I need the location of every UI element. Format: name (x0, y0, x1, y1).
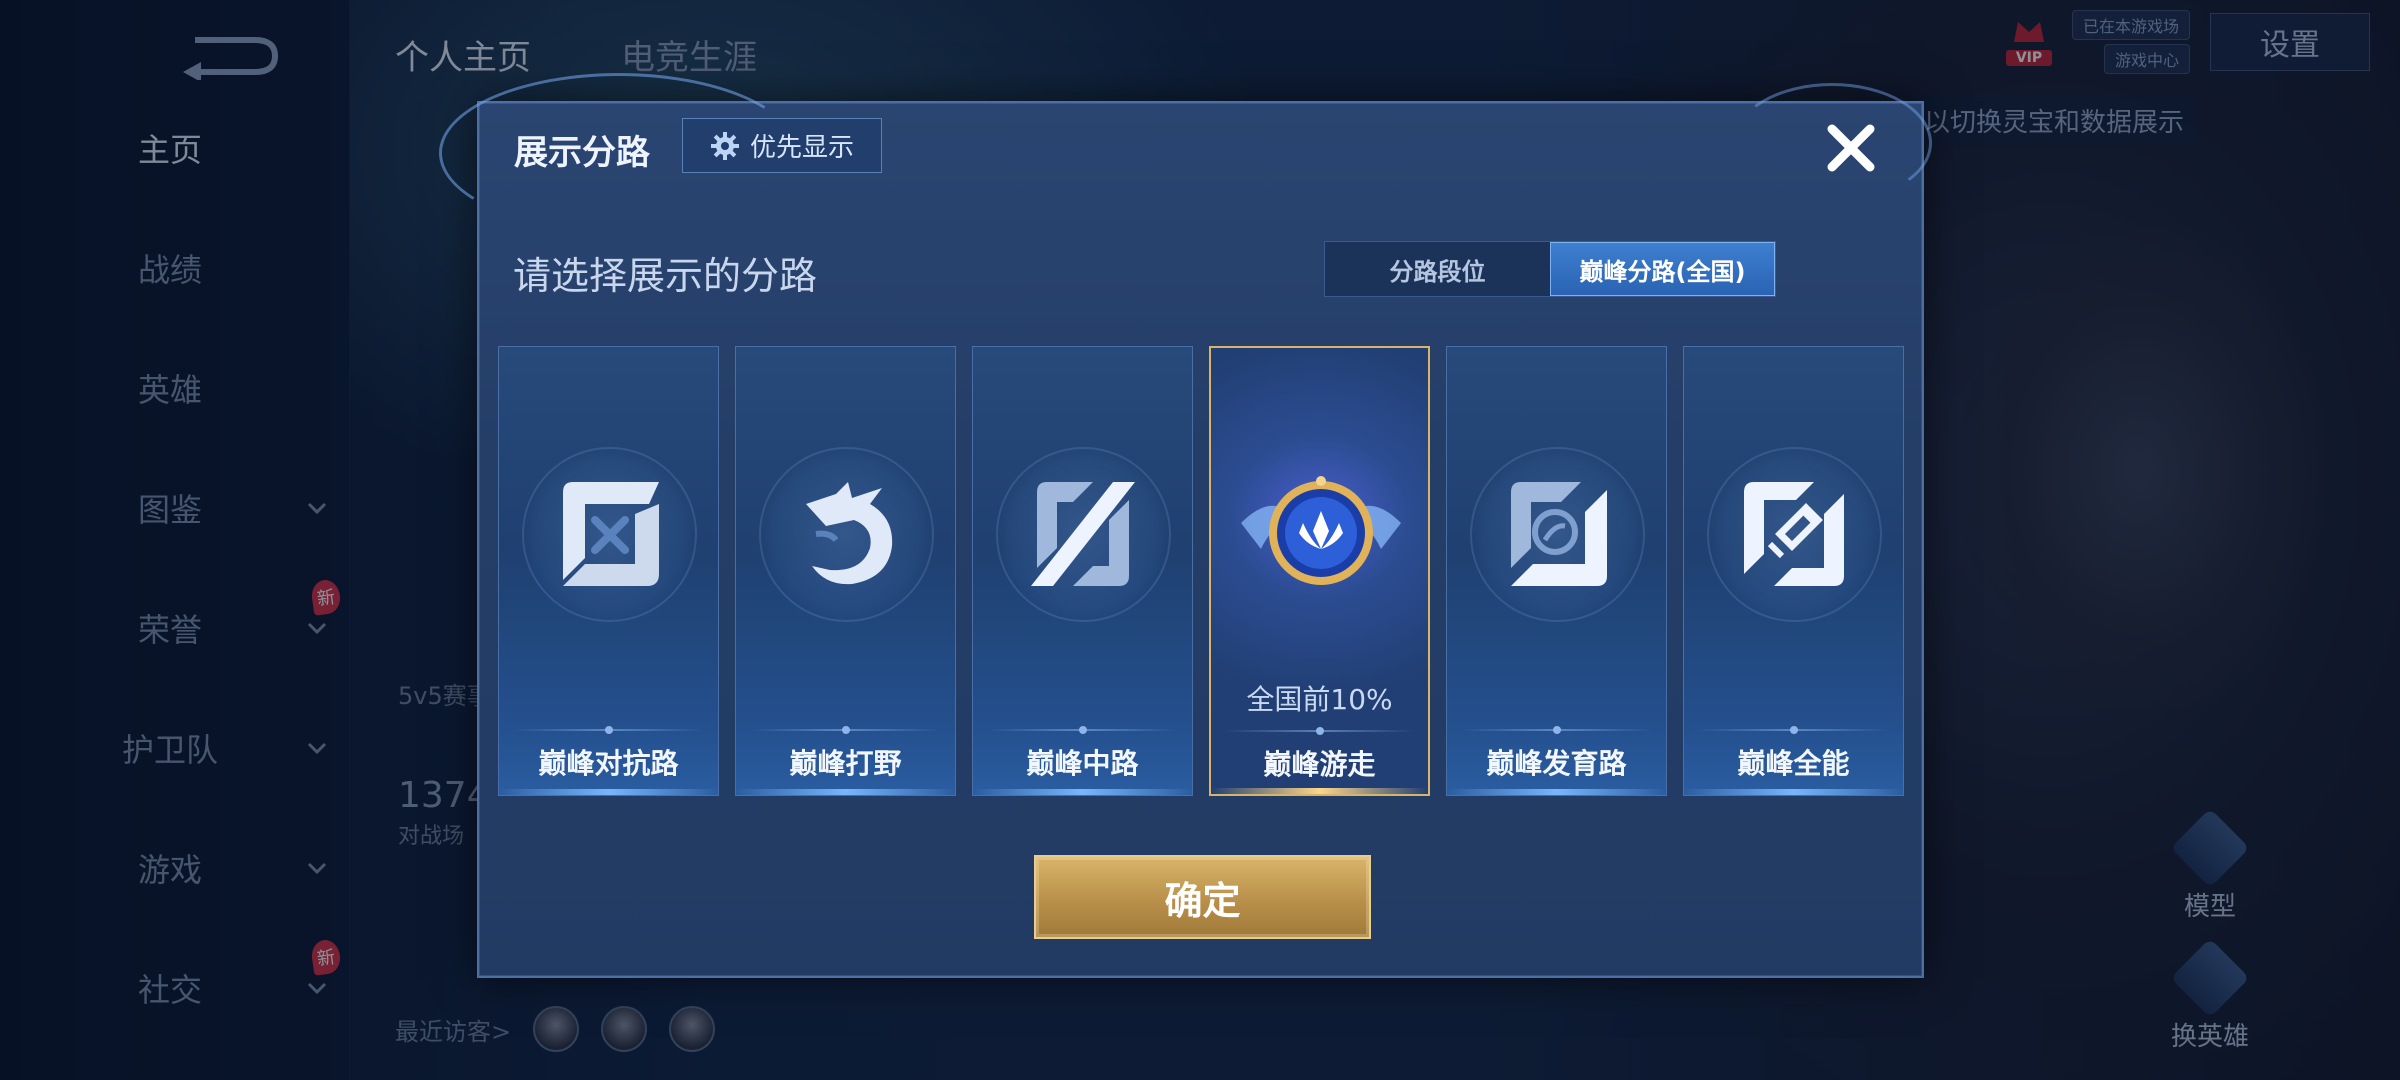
lane-card-adc[interactable]: 巅峰发育路 (1446, 346, 1667, 796)
card-divider (750, 726, 941, 734)
card-glow (1447, 789, 1666, 795)
dialog-subtitle: 请选择展示的分路 (513, 254, 818, 298)
lane-type-toggle: 分路段位 巅峰分路(全国) (1324, 241, 1776, 297)
lane-card-label: 巅峰发育路 (1486, 747, 1627, 780)
lane-card-label: 巅峰游走 (1263, 748, 1376, 781)
wing-shield-icon (1241, 476, 1401, 585)
lane-card-label: 巅峰对抗路 (538, 747, 679, 780)
priority-display-label: 优先显示 (749, 133, 854, 163)
card-divider (513, 726, 704, 734)
lane-card-label: 巅峰打野 (789, 747, 902, 780)
close-icon (1827, 124, 1875, 172)
tab-peak-lane-national[interactable]: 巅峰分路(全国) (1550, 242, 1775, 296)
lane-card-support[interactable]: 全国前10% 巅峰游走 (1209, 346, 1430, 796)
priority-display-button[interactable]: 优先显示 (682, 118, 882, 173)
card-glow (1211, 788, 1428, 794)
lane-card-top[interactable]: 巅峰对抗路 (498, 346, 719, 796)
dialog-title: 展示分路 (514, 133, 650, 173)
dragon-icon (806, 482, 893, 585)
card-glow (1684, 789, 1903, 795)
tab-lane-rank[interactable]: 分路段位 (1325, 242, 1550, 296)
card-divider (987, 726, 1178, 734)
lane-display-dialog: 展示分路 优先显示 请选择展示的分路 分路段位 巅峰分路(全国) 巅峰对抗路 巅… (439, 73, 1932, 978)
lane-card-label: 巅峰全能 (1737, 747, 1850, 780)
lane-card-allround[interactable]: 巅峰全能 (1683, 346, 1904, 796)
gear-icon (710, 131, 739, 160)
diamond-slash-icon (1744, 482, 1844, 586)
lane-card-mid[interactable]: 巅峰中路 (972, 346, 1193, 796)
lane-card-label: 巅峰中路 (1026, 747, 1139, 780)
lane-card-jungle[interactable]: 巅峰打野 (735, 346, 956, 796)
lane-card-list: 巅峰对抗路 巅峰打野 巅峰中路 全国前10% 巅峰游走 巅峰发育路 巅峰全能 (498, 346, 1904, 796)
card-glow (736, 789, 955, 795)
card-divider (1225, 727, 1414, 735)
national-rank-text: 全国前10% (1246, 683, 1393, 716)
close-button[interactable] (1820, 117, 1882, 179)
card-divider (1698, 726, 1889, 734)
target-icon (1511, 482, 1607, 586)
confirm-button[interactable]: 确定 (1034, 855, 1371, 939)
sword-cross-icon (563, 482, 659, 586)
card-divider (1461, 726, 1652, 734)
card-glow (499, 789, 718, 795)
card-glow (973, 789, 1192, 795)
slash-icon (1031, 482, 1135, 586)
